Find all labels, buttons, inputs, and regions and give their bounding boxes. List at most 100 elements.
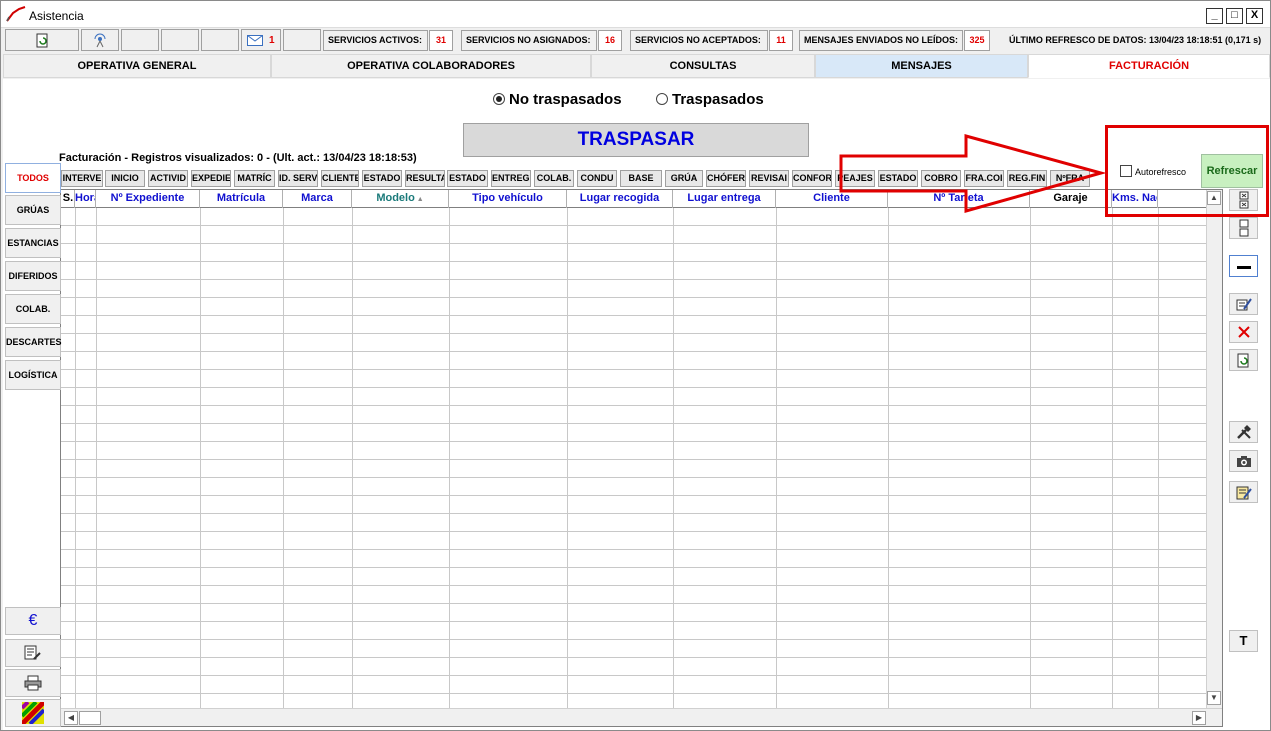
filter-button[interactable]: ACTIVID bbox=[148, 170, 188, 187]
filter-button[interactable]: INICIO bbox=[105, 170, 145, 187]
filter-button[interactable]: REVISAI bbox=[749, 170, 789, 187]
signal-button[interactable] bbox=[81, 29, 119, 51]
column-header-label: Matrícula bbox=[216, 192, 266, 204]
tools-icon bbox=[1236, 425, 1251, 439]
scroll-left-icon[interactable]: ◀ bbox=[64, 711, 78, 725]
euro-button[interactable]: € bbox=[5, 607, 61, 635]
sidebar-item-descartes[interactable]: DESCARTES bbox=[5, 327, 62, 357]
sidebar-item-diferidos[interactable]: DIFERIDOS bbox=[5, 261, 61, 291]
filter-button[interactable]: ESTADO bbox=[447, 170, 488, 187]
minus-button[interactable] bbox=[1229, 255, 1258, 277]
column-header-label: Lugar entrega bbox=[687, 192, 761, 204]
text-button[interactable]: T bbox=[1229, 630, 1258, 652]
sidebar-item-estancias[interactable]: ESTANCIAS bbox=[5, 228, 61, 258]
stat-value-active: 31 bbox=[429, 30, 453, 51]
highlight-arrow-icon bbox=[839, 134, 1107, 213]
column-divider bbox=[1030, 208, 1031, 708]
traspasar-button[interactable]: TRASPASAR bbox=[463, 123, 809, 157]
filter-button[interactable]: ESTADO bbox=[362, 170, 402, 187]
filter-button[interactable]: ID. SERV bbox=[278, 170, 318, 187]
sidebar-item-logistica[interactable]: LOGÍSTICA bbox=[5, 360, 61, 390]
column-header[interactable]: Hora intervención bbox=[75, 190, 96, 208]
column-header[interactable]: Tipo vehículo bbox=[449, 190, 567, 208]
edit-button[interactable] bbox=[1229, 293, 1258, 315]
scroll-thumb[interactable] bbox=[79, 711, 101, 725]
sidebar-item-colab[interactable]: COLAB. bbox=[5, 294, 61, 324]
filter-button[interactable]: GRÚA bbox=[665, 170, 703, 187]
maximize-button[interactable]: □ bbox=[1226, 8, 1243, 24]
radio-label-traspasados: Traspasados bbox=[672, 91, 764, 108]
notes-button[interactable] bbox=[1229, 481, 1258, 503]
delete-icon bbox=[1237, 326, 1250, 338]
highlight-rectangle bbox=[1105, 125, 1269, 217]
column-divider bbox=[1112, 208, 1113, 708]
column-divider bbox=[283, 208, 284, 708]
window-title: Asistencia bbox=[29, 9, 84, 23]
print-button[interactable] bbox=[5, 669, 61, 697]
mail-button[interactable]: 1 bbox=[241, 29, 281, 51]
column-divider bbox=[75, 208, 76, 708]
sidebar-item-todos[interactable]: TODOS bbox=[5, 163, 61, 193]
camera-button[interactable] bbox=[1229, 450, 1258, 472]
toolbar-empty-button-3[interactable] bbox=[201, 29, 239, 51]
column-header[interactable]: Marca bbox=[283, 190, 352, 208]
delete-button[interactable] bbox=[1229, 321, 1258, 343]
camera-icon bbox=[1236, 456, 1251, 467]
column-header[interactable]: Lugar recogida bbox=[567, 190, 673, 208]
stat-value-not-accepted: 11 bbox=[769, 30, 793, 51]
scroll-down-icon[interactable]: ▼ bbox=[1207, 691, 1221, 705]
column-header-label: Hora intervención bbox=[75, 192, 95, 204]
toolbar-empty-button-1[interactable] bbox=[121, 29, 159, 51]
filter-button[interactable]: INTERVE bbox=[61, 170, 103, 187]
column-divider bbox=[449, 208, 450, 708]
filter-button[interactable]: EXPEDIE bbox=[191, 170, 231, 187]
refresh-doc-button[interactable] bbox=[1229, 349, 1258, 371]
filter-button[interactable]: BASE bbox=[620, 170, 662, 187]
filter-button[interactable]: CONFOR bbox=[792, 170, 832, 187]
column-divider bbox=[96, 208, 97, 708]
filter-button[interactable]: CONDU bbox=[577, 170, 617, 187]
radio-no-traspasados[interactable]: No traspasados bbox=[493, 91, 622, 108]
column-header[interactable]: Modelo ▲ bbox=[352, 190, 449, 208]
column-header-label: Nº Expediente bbox=[110, 192, 185, 204]
print-icon bbox=[24, 675, 42, 691]
refresh-data-button[interactable] bbox=[5, 29, 79, 51]
horizontal-scrollbar[interactable]: ◀ ▶ bbox=[61, 708, 1222, 726]
radio-traspasados[interactable]: Traspasados bbox=[656, 91, 764, 108]
close-button[interactable]: X bbox=[1246, 8, 1263, 24]
collapse-button[interactable] bbox=[1229, 217, 1258, 239]
filter-button[interactable]: ENTREG. bbox=[491, 170, 531, 187]
vertical-scrollbar[interactable]: ▲ ▼ bbox=[1206, 190, 1222, 708]
refresh-icon bbox=[1237, 353, 1248, 368]
grid-rows[interactable] bbox=[61, 208, 1206, 708]
column-divider bbox=[888, 208, 889, 708]
sidebar-item-gruas[interactable]: GRÚAS bbox=[5, 195, 61, 225]
tools-button[interactable] bbox=[1229, 421, 1258, 443]
filter-button[interactable]: MATRÍC bbox=[234, 170, 275, 187]
tab-operativa-general[interactable]: OPERATIVA GENERAL bbox=[3, 54, 271, 78]
scroll-right-icon[interactable]: ▶ bbox=[1192, 711, 1206, 725]
tab-mensajes[interactable]: MENSAJES bbox=[815, 54, 1028, 78]
filter-button[interactable]: COLAB. bbox=[534, 170, 574, 187]
column-divider bbox=[352, 208, 353, 708]
toolbar-empty-button-4[interactable] bbox=[283, 29, 321, 51]
filter-button[interactable]: RESULTA bbox=[405, 170, 445, 187]
tab-facturacion[interactable]: FACTURACIÓN bbox=[1028, 54, 1270, 78]
filter-button[interactable]: CLIENTE bbox=[321, 170, 359, 187]
column-header[interactable]: Matrícula bbox=[200, 190, 283, 208]
filter-button[interactable]: CHÓFER bbox=[706, 170, 746, 187]
tab-consultas[interactable]: CONSULTAS bbox=[591, 54, 815, 78]
euro-icon: € bbox=[28, 612, 38, 629]
column-header[interactable]: Nº Expediente bbox=[96, 190, 200, 208]
tab-operativa-colaboradores[interactable]: OPERATIVA COLABORADORES bbox=[271, 54, 591, 78]
mail-count: 1 bbox=[269, 35, 275, 46]
billing-grid[interactable]: S.Hora intervención Nº Expediente Matrícul… bbox=[60, 189, 1223, 727]
edit-list-button[interactable] bbox=[5, 639, 61, 667]
color-palette-button[interactable] bbox=[5, 699, 61, 727]
toolbar-empty-button-2[interactable] bbox=[161, 29, 199, 51]
minimize-button[interactable]: _ bbox=[1206, 8, 1223, 24]
column-header[interactable]: S. bbox=[62, 190, 75, 208]
column-header[interactable]: Lugar entrega bbox=[673, 190, 776, 208]
stat-label-unread-messages: MENSAJES ENVIADOS NO LEÍDOS: bbox=[799, 30, 963, 51]
color-palette-icon bbox=[20, 700, 46, 726]
